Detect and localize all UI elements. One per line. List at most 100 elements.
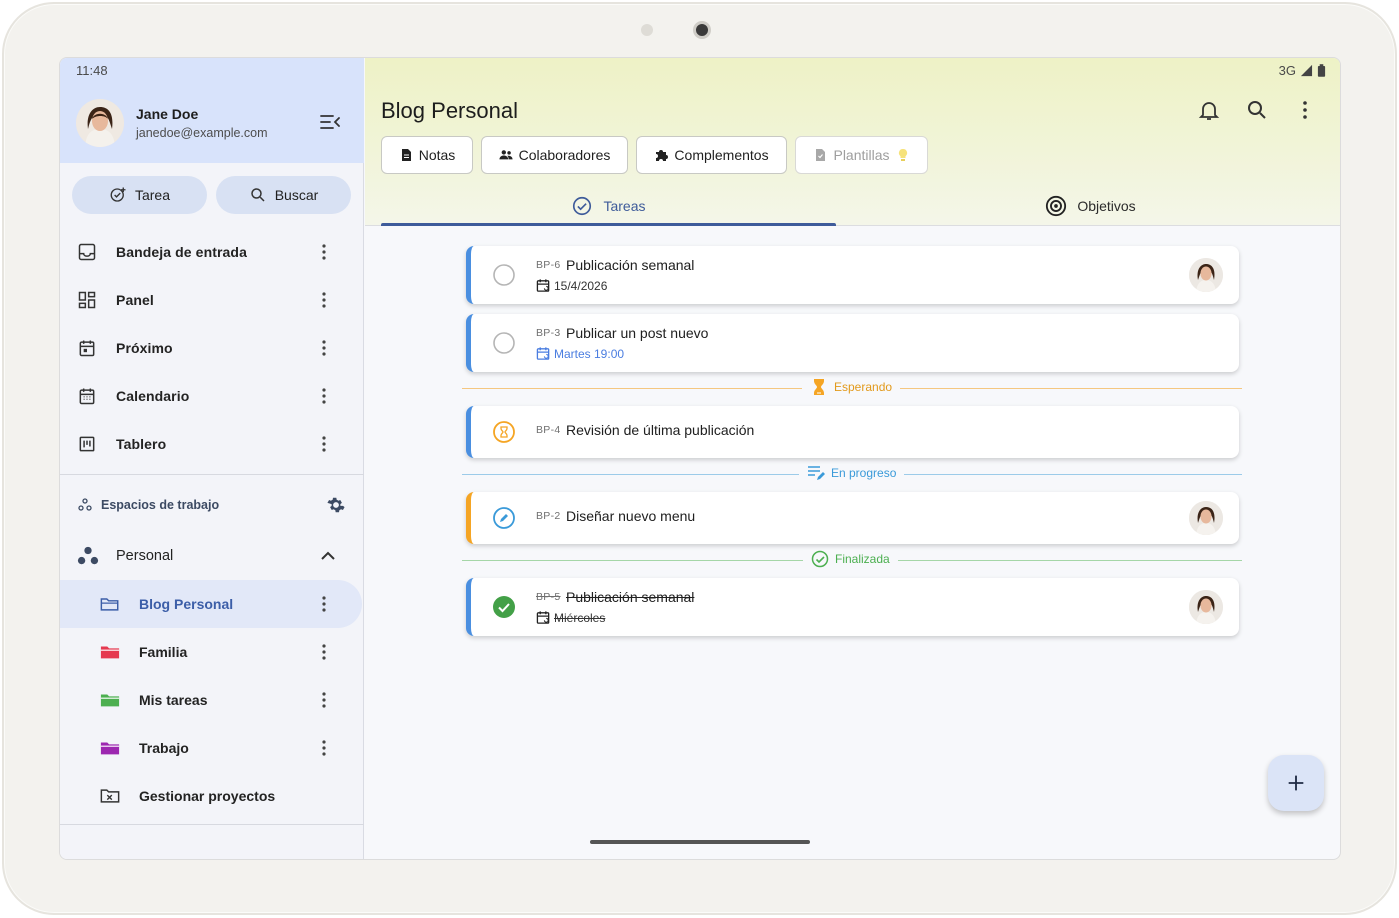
notifications-icon[interactable] xyxy=(1197,98,1221,122)
nav-label: Calendario xyxy=(116,388,190,404)
task-date-text: Miércoles xyxy=(554,610,606,625)
in-progress-icon xyxy=(808,466,825,480)
manage-projects-label: Gestionar proyectos xyxy=(139,788,276,804)
more-vert-icon[interactable] xyxy=(314,642,334,662)
waiting-status-icon[interactable] xyxy=(492,420,516,444)
project-item-familia[interactable]: Familia xyxy=(60,628,364,676)
task-check-icon xyxy=(573,196,592,216)
more-vert-icon[interactable] xyxy=(1293,98,1317,122)
chip-label: Plantillas xyxy=(833,147,890,163)
folder-manage-icon xyxy=(100,787,120,805)
more-vert-icon[interactable] xyxy=(314,434,334,454)
task-code: BP-3 xyxy=(536,327,561,339)
nav-item-inbox[interactable]: Bandeja de entrada xyxy=(60,228,364,276)
sidebar: 11:48 Jane Doe janedoe@example.com Tarea xyxy=(60,58,364,859)
tab-tasks[interactable]: Tareas xyxy=(381,186,836,226)
calendar-repeat-icon xyxy=(536,611,550,624)
group-label-text: Esperando xyxy=(834,380,893,394)
project-list: Blog Personal Familia Mis tareas Trabajo xyxy=(60,580,364,820)
assignee-avatar[interactable] xyxy=(1189,590,1223,624)
check-circle-icon xyxy=(811,550,829,568)
inbox-icon xyxy=(77,242,97,262)
project-item-blog-personal[interactable]: Blog Personal xyxy=(60,580,362,628)
more-vert-icon[interactable] xyxy=(314,290,334,310)
workspace-label: Personal xyxy=(116,548,174,564)
add-task-icon xyxy=(110,187,126,202)
collaborators-chip[interactable]: Colaboradores xyxy=(481,136,628,174)
task-card[interactable]: BP-4 Revisión de última publicación xyxy=(466,406,1239,458)
workspaces-icon xyxy=(78,498,92,511)
more-vert-icon[interactable] xyxy=(314,242,334,262)
nav-divider xyxy=(60,474,364,475)
tab-goals[interactable]: Objetivos xyxy=(853,186,1328,226)
tab-label: Tareas xyxy=(603,198,646,214)
dashboard-icon xyxy=(77,290,97,310)
task-date-text: Martes 19:00 xyxy=(554,346,625,361)
plus-icon xyxy=(1288,775,1304,791)
project-label: Familia xyxy=(139,644,188,660)
lightbulb-icon xyxy=(898,148,907,161)
folder-icon xyxy=(100,643,120,661)
more-vert-icon[interactable] xyxy=(314,594,334,614)
in-progress-status-icon[interactable] xyxy=(492,506,516,530)
group-label-text: En progreso xyxy=(831,466,897,480)
task-code: BP-4 xyxy=(536,424,561,436)
task-card[interactable]: BP-2 Diseñar nuevo menu xyxy=(466,492,1239,544)
board-icon xyxy=(77,434,97,454)
task-checkbox[interactable] xyxy=(492,331,516,355)
notes-chip[interactable]: Notas xyxy=(381,136,473,174)
task-card[interactable]: BP-3 Publicar un post nuevo Martes 19:00 xyxy=(466,314,1239,372)
active-tab-indicator xyxy=(381,223,836,226)
more-vert-icon[interactable] xyxy=(314,386,334,406)
assignee-avatar[interactable] xyxy=(1189,258,1223,292)
user-avatar[interactable] xyxy=(76,99,124,147)
nav-item-upcoming[interactable]: Próximo xyxy=(60,324,364,372)
battery-icon xyxy=(1317,64,1326,77)
project-item-trabajo[interactable]: Trabajo xyxy=(60,724,364,772)
nav-label: Próximo xyxy=(116,340,173,356)
target-icon xyxy=(1046,195,1067,217)
task-title: Revisión de última publicación xyxy=(566,422,755,438)
folder-icon xyxy=(100,691,120,709)
app-screen: 11:48 Jane Doe janedoe@example.com Tarea xyxy=(59,57,1341,860)
group-label-waiting: Esperando xyxy=(802,378,901,396)
more-vert-icon[interactable] xyxy=(314,338,334,358)
project-label: Blog Personal xyxy=(139,596,234,612)
completed-checkbox[interactable] xyxy=(492,595,516,619)
task-title: Publicación semanal xyxy=(566,589,695,605)
task-card[interactable]: BP-5 Publicación semanal Miércoles xyxy=(466,578,1239,636)
more-vert-icon[interactable] xyxy=(314,738,334,758)
gear-icon[interactable] xyxy=(326,495,346,515)
nav-item-board[interactable]: Tablero xyxy=(60,420,364,468)
assignee-avatar[interactable] xyxy=(1189,501,1223,535)
collapse-sidebar-icon[interactable] xyxy=(318,110,344,134)
main-content: 3G Blog Personal Notas Colaboradores Com… xyxy=(365,58,1340,859)
templates-chip[interactable]: Plantillas xyxy=(795,136,928,174)
chevron-up-icon[interactable] xyxy=(318,546,338,566)
more-vert-icon[interactable] xyxy=(314,690,334,710)
workspace-personal[interactable]: Personal xyxy=(60,532,364,580)
manage-projects-item[interactable]: Gestionar proyectos xyxy=(60,772,364,820)
status-time: 11:48 xyxy=(76,63,108,78)
folder-icon xyxy=(100,739,120,757)
search-icon[interactable] xyxy=(1245,98,1269,122)
group-label-in-progress: En progreso xyxy=(799,464,905,482)
profile-header: 11:48 Jane Doe janedoe@example.com xyxy=(60,58,364,163)
search-button[interactable]: Buscar xyxy=(216,176,351,214)
page-title: Blog Personal xyxy=(381,98,518,123)
hourglass-icon xyxy=(814,379,824,395)
task-card[interactable]: BP-6 Publicación semanal 15/4/2026 xyxy=(466,246,1239,304)
project-item-mis-tareas[interactable]: Mis tareas xyxy=(60,676,364,724)
new-task-button[interactable]: Tarea xyxy=(72,176,207,214)
group-label-text: Finalizada xyxy=(835,552,890,566)
nav-label: Bandeja de entrada xyxy=(116,244,247,260)
search-icon xyxy=(250,188,265,202)
project-header: 3G Blog Personal Notas Colaboradores Com… xyxy=(365,58,1340,226)
add-task-fab[interactable] xyxy=(1268,755,1324,811)
workspace-icon xyxy=(77,546,99,565)
addons-chip[interactable]: Complementos xyxy=(636,136,787,174)
nav-item-panel[interactable]: Panel xyxy=(60,276,364,324)
nav-item-calendar[interactable]: Calendario xyxy=(60,372,364,420)
home-indicator[interactable] xyxy=(590,840,810,844)
task-checkbox[interactable] xyxy=(492,263,516,287)
